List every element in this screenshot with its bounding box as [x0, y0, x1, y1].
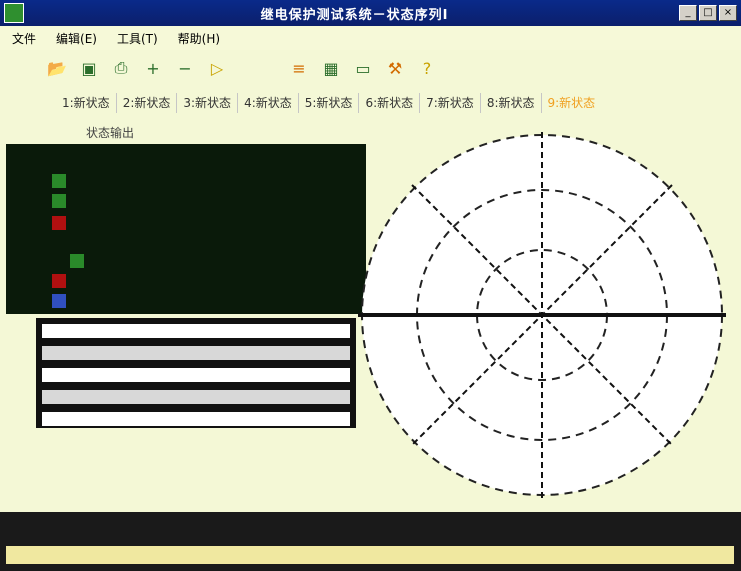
maximize-button[interactable]: □ — [699, 5, 717, 21]
led-red-icon — [52, 274, 66, 288]
vector-diagram — [358, 132, 726, 498]
open-icon[interactable]: 📂 — [46, 57, 68, 79]
grid-row — [42, 324, 350, 338]
tab-state-6[interactable]: 6:新状态 — [359, 93, 421, 113]
tab-state-7[interactable]: 7:新状态 — [420, 93, 481, 113]
toolbar: 📂 ▣ ⎙ + − ▷ ≡ ▦ ▭ ⚒ ? — [46, 54, 438, 82]
grid-row — [42, 346, 350, 360]
minimize-button[interactable]: _ — [679, 5, 697, 21]
print-icon[interactable]: ⎙ — [110, 57, 132, 79]
tab-state-5[interactable]: 5:新状态 — [299, 93, 360, 113]
tab-state-8[interactable]: 8:新状态 — [481, 93, 542, 113]
led-green-icon — [52, 174, 66, 188]
monitor-icon[interactable]: ▭ — [352, 57, 374, 79]
window-title: 继电保护测试系统－状态序列Ⅰ — [260, 7, 449, 23]
tab-state-1[interactable]: 1:新状态 — [56, 93, 117, 113]
play-icon[interactable]: ▷ — [206, 57, 228, 79]
state-tabs: 1:新状态 2:新状态 3:新状态 4:新状态 5:新状态 6:新状态 7:新状… — [56, 92, 601, 114]
menu-help[interactable]: 帮助(H) — [178, 30, 220, 47]
menu-tools[interactable]: 工具(T) — [117, 30, 158, 47]
help-icon[interactable]: ? — [416, 57, 438, 79]
add-icon[interactable]: + — [142, 57, 164, 79]
parameter-grid — [36, 318, 356, 428]
app-icon — [4, 3, 24, 23]
led-red-icon — [52, 216, 66, 230]
save-icon[interactable]: ▣ — [78, 57, 100, 79]
state-output-header: 状态输出 — [46, 124, 346, 142]
grid-row — [42, 368, 350, 382]
led-green-icon — [70, 254, 84, 268]
settings-icon[interactable]: ≡ — [288, 57, 310, 79]
close-button[interactable]: × — [719, 5, 737, 21]
status-bar — [6, 546, 734, 564]
state-output-label: 状态输出 — [86, 126, 135, 140]
tab-state-3[interactable]: 3:新状态 — [177, 93, 239, 113]
led-green-icon — [52, 194, 66, 208]
output-panel — [6, 144, 366, 314]
menu-bar: 文件 编辑(E) 工具(T) 帮助(H) — [0, 26, 741, 50]
grid-row — [42, 390, 350, 404]
grid-row — [42, 412, 350, 426]
menu-file[interactable]: 文件 — [12, 30, 36, 47]
view-icon[interactable]: ▦ — [320, 57, 342, 79]
tool-icon[interactable]: ⚒ — [384, 57, 406, 79]
title-bar: 继电保护测试系统－状态序列Ⅰ _ □ × — [0, 0, 741, 26]
remove-icon[interactable]: − — [174, 57, 196, 79]
tab-state-2[interactable]: 2:新状态 — [117, 93, 178, 113]
tab-state-9[interactable]: 9:新状态 — [542, 93, 602, 113]
led-blue-icon — [52, 294, 66, 308]
tab-state-4[interactable]: 4:新状态 — [238, 93, 299, 113]
window-controls: _ □ × — [679, 5, 737, 21]
menu-edit[interactable]: 编辑(E) — [56, 30, 97, 47]
